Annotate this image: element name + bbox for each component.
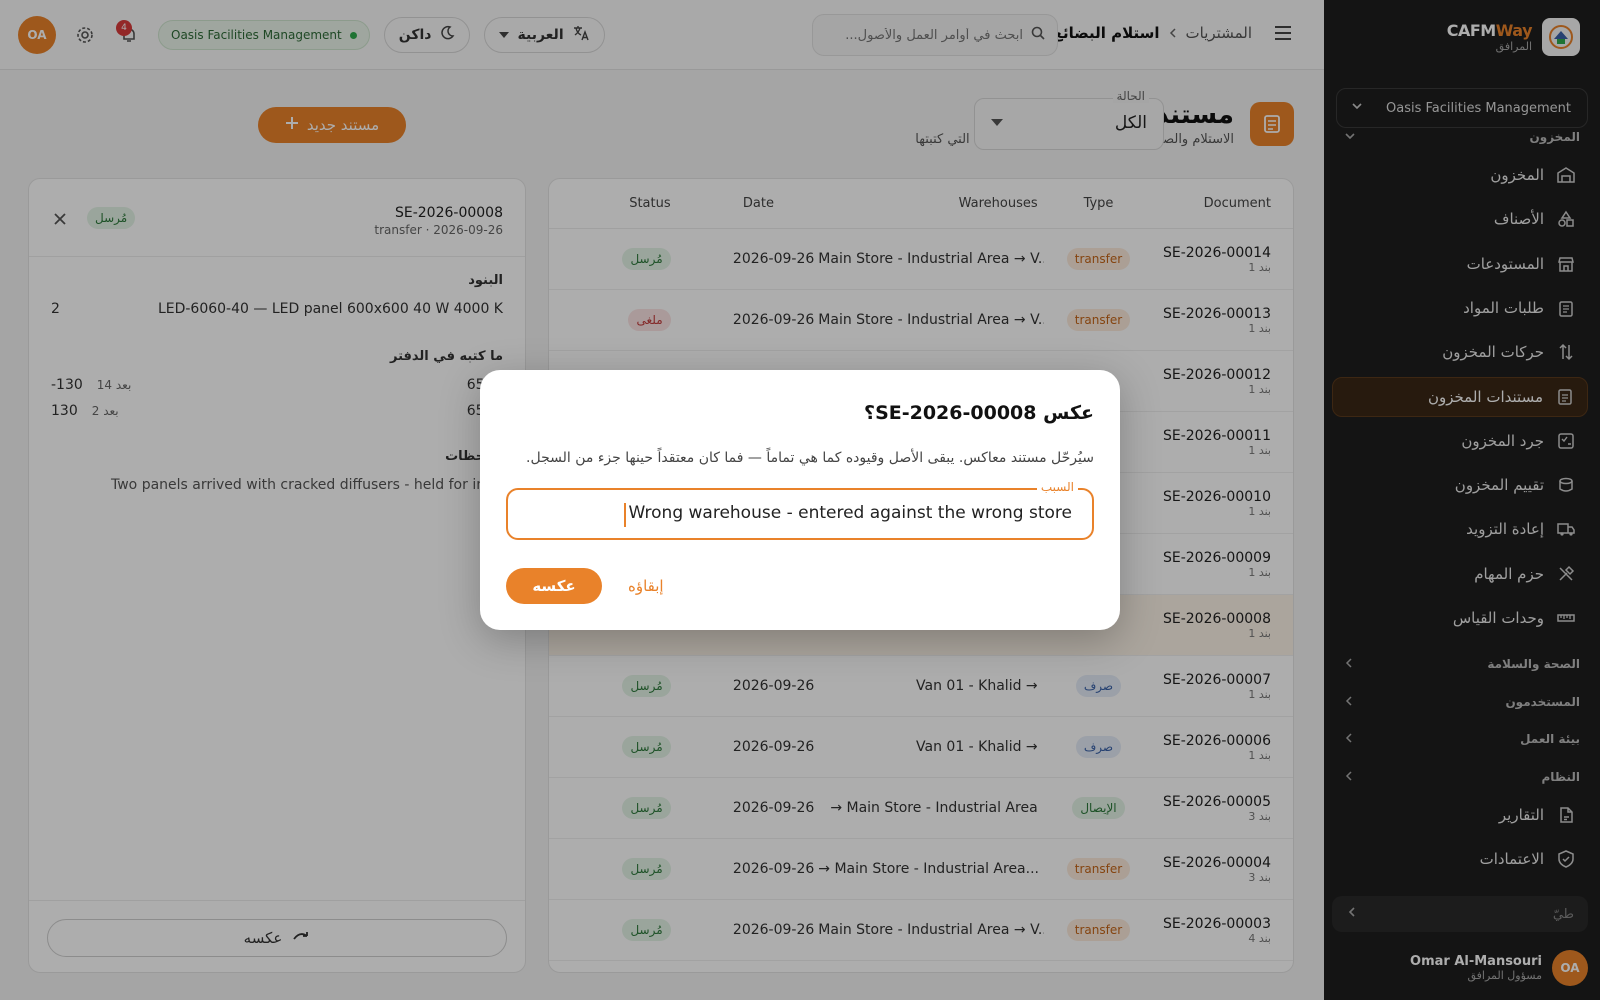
confirm-reverse-button[interactable]: عكسه: [506, 568, 602, 604]
dialog-title: عكس SE-2026-00008؟: [864, 402, 1094, 424]
reverse-confirm-dialog: عكس SE-2026-00008؟ سيُرحّل مستند معاكس. …: [480, 370, 1120, 630]
reason-input[interactable]: Wrong warehouse - entered against the wr…: [624, 503, 1072, 527]
reason-label: السبب: [1036, 480, 1078, 494]
cancel-button[interactable]: إبقاؤه: [628, 577, 664, 595]
dialog-body: سيُرحّل مستند معاكس. يبقى الأصل وقيوده ك…: [526, 450, 1094, 466]
reason-field[interactable]: السبب Wrong warehouse - entered against …: [506, 480, 1094, 540]
